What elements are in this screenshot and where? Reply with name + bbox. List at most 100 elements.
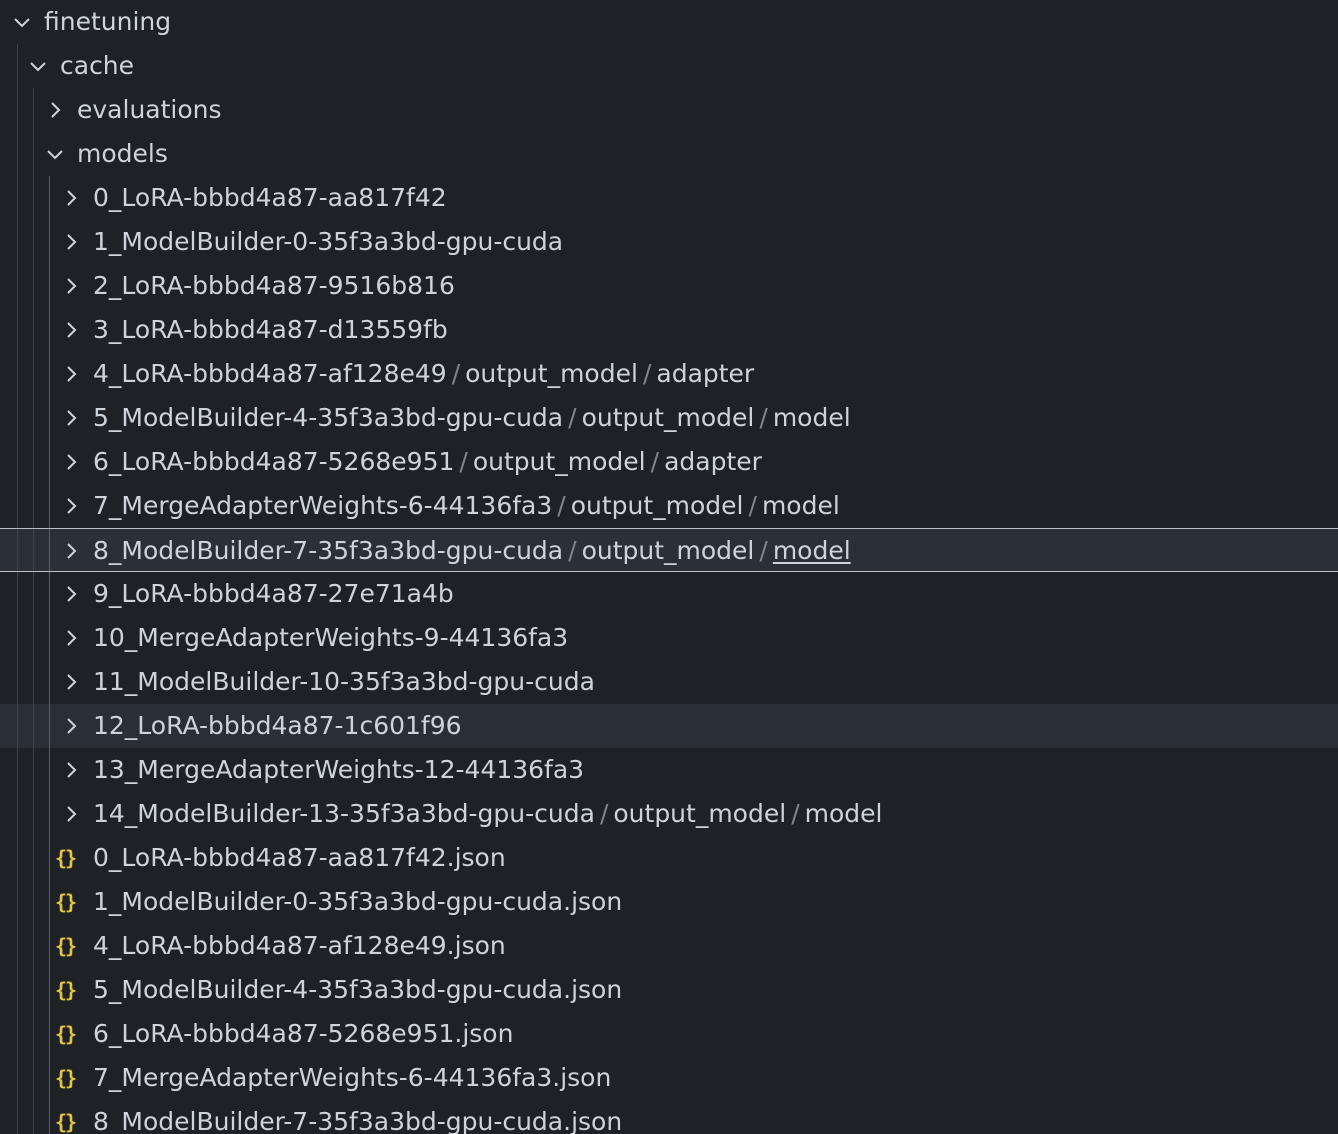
tree-item-model-folder[interactable]: 2_LoRA-bbbd4a87-9516b816 xyxy=(0,264,1338,308)
chevron-right-icon[interactable] xyxy=(60,671,82,693)
chevron-down-icon[interactable] xyxy=(44,143,66,165)
tree-item-evaluations[interactable]: evaluations xyxy=(0,88,1338,132)
chevron-down-icon[interactable] xyxy=(27,55,49,77)
tree-item-json-file[interactable]: {} 4_LoRA-bbbd4a87-af128e49.json xyxy=(0,924,1338,968)
path-separator: / xyxy=(451,359,461,388)
indent-guide xyxy=(49,924,50,968)
folder-name: 6_LoRA-bbbd4a87-5268e951 xyxy=(93,447,455,476)
tree-item-cache[interactable]: cache xyxy=(0,44,1338,88)
path-separator: / xyxy=(650,447,660,476)
tree-item-model-folder[interactable]: 1_ModelBuilder-0-35f3a3bd-gpu-cuda xyxy=(0,220,1338,264)
tree-item-label: 0_LoRA-bbbd4a87-aa817f42 xyxy=(93,176,447,220)
tree-item-finetuning[interactable]: finetuning xyxy=(0,0,1338,44)
tree-item-label: 8_ModelBuilder-7-35f3a3bd-gpu-cuda / outpu… xyxy=(93,529,851,573)
tree-item-model-folder[interactable]: 11_ModelBuilder-10-35f3a3bd-gpu-cuda xyxy=(0,660,1338,704)
path-separator: / xyxy=(557,491,566,520)
chevron-down-icon[interactable] xyxy=(11,11,33,33)
chevron-right-icon[interactable] xyxy=(60,187,82,209)
folder-name: 7_MergeAdapterWeights-6-44136fa3 xyxy=(93,491,553,520)
chevron-right-icon[interactable] xyxy=(60,407,82,429)
tree-item-model-folder[interactable]: 9_LoRA-bbbd4a87-27e71a4b xyxy=(0,572,1338,616)
tree-item-model-folder[interactable]: 3_LoRA-bbbd4a87-d13559fb xyxy=(0,308,1338,352)
tree-item-label: 8_ModelBuilder-7-35f3a3bd-gpu-cuda.json xyxy=(93,1107,623,1134)
tree-item-model-folder[interactable]: 6_LoRA-bbbd4a87-5268e951/output_model / ad… xyxy=(0,440,1338,484)
indent-guide xyxy=(17,968,18,1012)
compact-folder-segment[interactable]: model xyxy=(805,799,883,828)
folder-name: 5_ModelBuilder-4-35f3a3bd-gpu-cuda xyxy=(93,403,564,432)
folder-name: 8_ModelBuilder-7-35f3a3bd-gpu-cuda xyxy=(93,536,564,565)
indent-guide xyxy=(17,1100,18,1134)
compact-folder-segment[interactable]: model xyxy=(773,536,851,565)
indent-guide xyxy=(17,924,18,968)
indent-guide xyxy=(17,880,18,924)
tree-item-json-file[interactable]: {} 0_LoRA-bbbd4a87-aa817f42.json xyxy=(0,836,1338,880)
chevron-right-icon[interactable] xyxy=(60,540,82,562)
indent-guide xyxy=(49,352,50,396)
compact-folder-segment[interactable]: model xyxy=(773,403,851,432)
tree-item-model-folder[interactable]: 10_MergeAdapterWeights-9-44136fa3 xyxy=(0,616,1338,660)
compact-folder-segment[interactable]: output_model xyxy=(582,536,755,565)
chevron-right-icon[interactable] xyxy=(60,363,82,385)
path-separator: / xyxy=(459,447,468,476)
path-separator: / xyxy=(599,799,609,828)
tree-item-json-file[interactable]: {} 8_ModelBuilder-7-35f3a3bd-gpu-cuda.jso… xyxy=(0,1100,1338,1134)
indent-guide xyxy=(33,1056,34,1100)
chevron-right-icon[interactable] xyxy=(60,759,82,781)
tree-item-label: 4_LoRA-bbbd4a87-af128e49/output_model / ad… xyxy=(93,352,754,396)
folder-name: 13_MergeAdapterWeights-12-44136fa3 xyxy=(93,755,585,784)
tree-item-json-file[interactable]: {} 7_MergeAdapterWeights-6-44136fa3.json xyxy=(0,1056,1338,1100)
tree-item-model-folder[interactable]: 12_LoRA-bbbd4a87-1c601f96 xyxy=(0,704,1338,748)
chevron-right-icon[interactable] xyxy=(60,275,82,297)
indent-guide xyxy=(49,529,50,571)
chevron-right-icon[interactable] xyxy=(60,451,82,473)
tree-item-label: 11_ModelBuilder-10-35f3a3bd-gpu-cuda xyxy=(93,660,595,704)
json-file-icon: {} xyxy=(55,846,77,870)
tree-item-model-folder[interactable]: 13_MergeAdapterWeights-12-44136fa3 xyxy=(0,748,1338,792)
indent-guide xyxy=(33,176,34,220)
chevron-right-icon[interactable] xyxy=(60,715,82,737)
json-file-icon: {} xyxy=(55,890,77,914)
tree-item-model-folder[interactable]: 0_LoRA-bbbd4a87-aa817f42 xyxy=(0,176,1338,220)
indent-guide xyxy=(17,792,18,836)
compact-folder-segment[interactable]: adapter xyxy=(664,447,762,476)
tree-item-models[interactable]: models xyxy=(0,132,1338,176)
tree-item-model-folder[interactable]: 5_ModelBuilder-4-35f3a3bd-gpu-cuda / outpu… xyxy=(0,396,1338,440)
indent-guide xyxy=(17,660,18,704)
folder-name: 4_LoRA-bbbd4a87-af128e49 xyxy=(93,359,447,388)
chevron-right-icon[interactable] xyxy=(60,803,82,825)
tree-item-model-folder[interactable]: 4_LoRA-bbbd4a87-af128e49/output_model / ad… xyxy=(0,352,1338,396)
folder-name: 0_LoRA-bbbd4a87-aa817f42 xyxy=(93,183,447,212)
chevron-right-icon[interactable] xyxy=(60,319,82,341)
indent-guide xyxy=(17,132,18,176)
folder-name: 12_LoRA-bbbd4a87-1c601f96 xyxy=(93,711,462,740)
tree-item-json-file[interactable]: {} 5_ModelBuilder-4-35f3a3bd-gpu-cuda.jso… xyxy=(0,968,1338,1012)
chevron-right-icon[interactable] xyxy=(60,627,82,649)
chevron-right-icon[interactable] xyxy=(60,495,82,517)
folder-name: 14_ModelBuilder-13-35f3a3bd-gpu-cuda xyxy=(93,799,595,828)
compact-folder-segment[interactable]: output_model xyxy=(465,359,638,388)
compact-folder-segment[interactable]: output_model xyxy=(571,491,744,520)
folder-name: 9_LoRA-bbbd4a87-27e71a4b xyxy=(93,579,454,608)
json-file-icon: {} xyxy=(55,1110,77,1134)
folder-name: 3_LoRA-bbbd4a87-d13559fb xyxy=(93,315,448,344)
chevron-right-icon[interactable] xyxy=(44,99,66,121)
tree-item-label: 5_ModelBuilder-4-35f3a3bd-gpu-cuda / outpu… xyxy=(93,396,851,440)
tree-item-json-file[interactable]: {} 6_LoRA-bbbd4a87-5268e951.json xyxy=(0,1012,1338,1056)
tree-item-label: 7_MergeAdapterWeights-6-44136fa3.json xyxy=(93,1063,612,1092)
compact-folder-segment[interactable]: output_model xyxy=(582,403,755,432)
chevron-right-icon[interactable] xyxy=(60,583,82,605)
indent-guide xyxy=(17,308,18,352)
tree-item-model-folder[interactable]: 7_MergeAdapterWeights-6-44136fa3/output_… xyxy=(0,484,1338,528)
tree-item-json-file[interactable]: {} 1_ModelBuilder-0-35f3a3bd-gpu-cuda.jso… xyxy=(0,880,1338,924)
chevron-right-icon[interactable] xyxy=(60,231,82,253)
tree-item-model-folder[interactable]: 8_ModelBuilder-7-35f3a3bd-gpu-cuda / outpu… xyxy=(0,528,1338,572)
indent-guide xyxy=(49,1012,50,1056)
compact-folder-segment[interactable]: output_model xyxy=(473,447,646,476)
tree-item-model-folder[interactable]: 14_ModelBuilder-13-35f3a3bd-gpu-cuda / out… xyxy=(0,792,1338,836)
path-separator: / xyxy=(568,403,577,432)
compact-folder-segment[interactable]: output_model xyxy=(613,799,786,828)
indent-guide xyxy=(33,396,34,440)
compact-folder-segment[interactable]: model xyxy=(762,491,840,520)
compact-folder-segment[interactable]: adapter xyxy=(656,359,754,388)
tree-item-label: 13_MergeAdapterWeights-12-44136fa3 xyxy=(93,748,584,792)
